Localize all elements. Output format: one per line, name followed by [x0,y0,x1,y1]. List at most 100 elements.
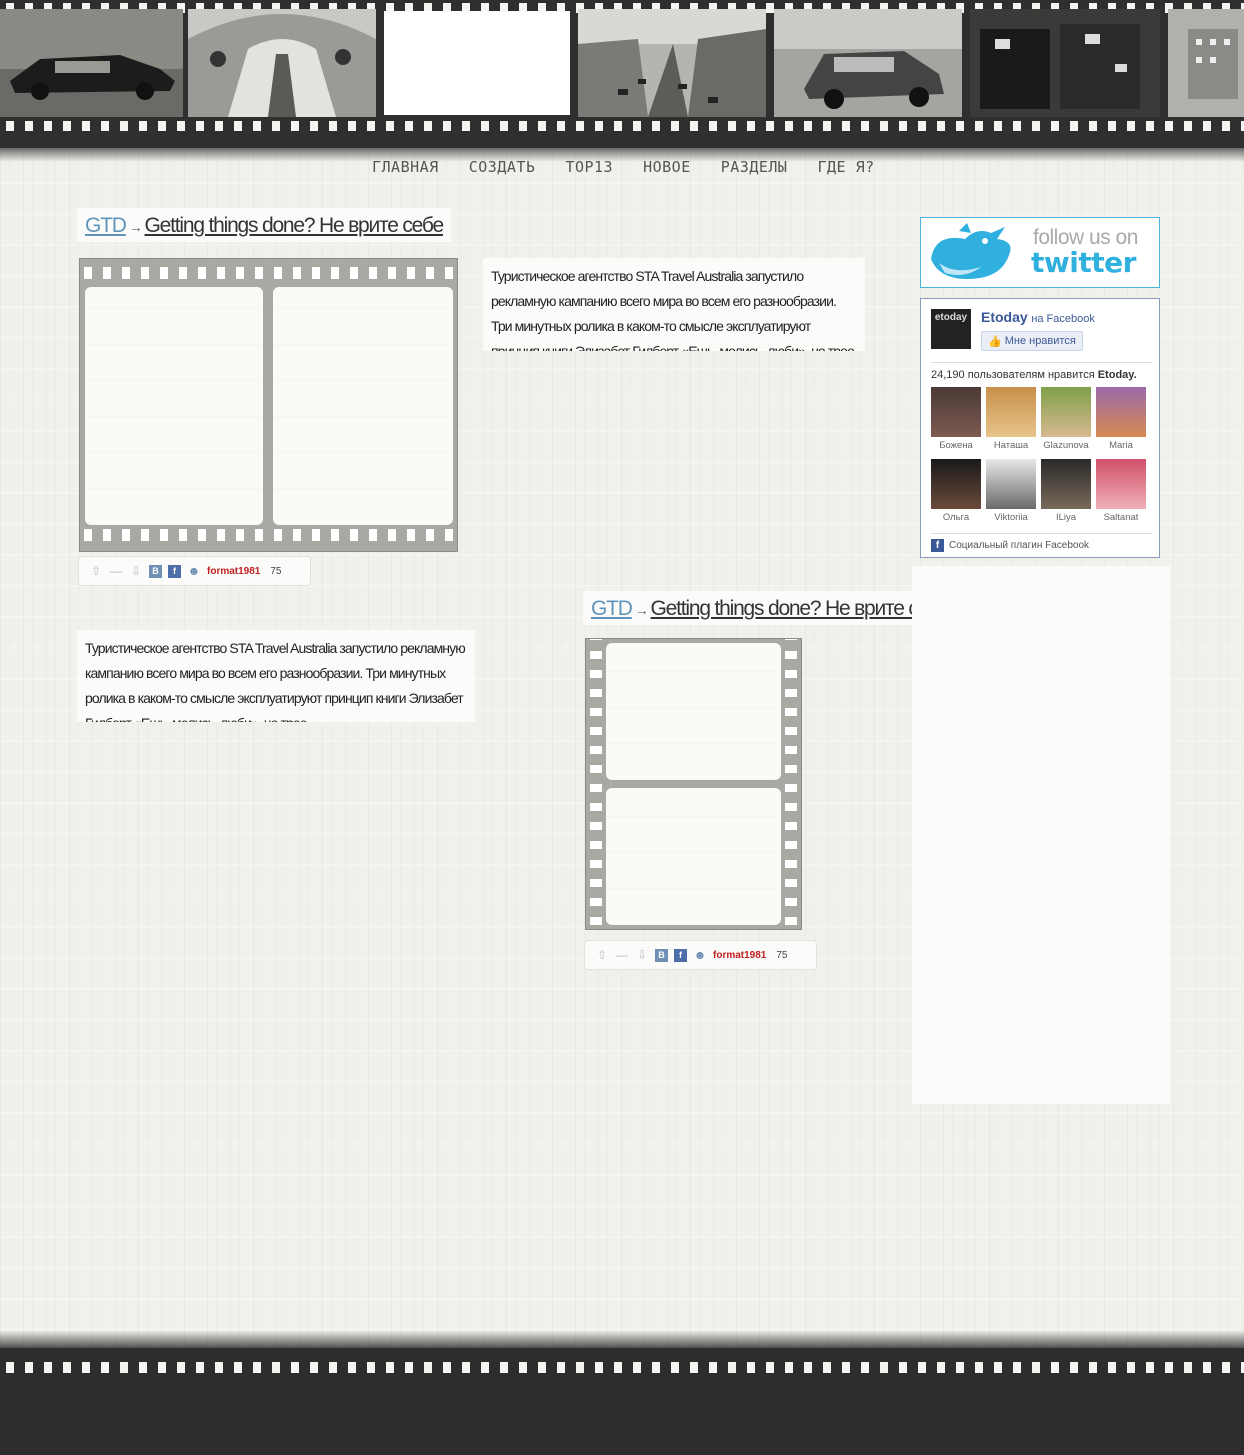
post-title-bar: GTD → Getting things done? Не врите себе [583,591,957,625]
avatar [931,459,981,509]
header-photo-machines [970,9,1160,117]
likes-count-page: Etoday. [1097,369,1137,381]
likes-count: 24,190 пользователям нравится Etoday. [931,369,1137,381]
header-photo-frames [0,9,1244,117]
avatar [1096,387,1146,437]
header-photo-tunnel [188,9,376,117]
facebook-share-icon[interactable]: f [168,564,181,578]
footer-film-strip [0,1330,1244,1455]
avatar [986,387,1036,437]
facebook-like-button[interactable]: 👍 Мне нравится [981,331,1083,351]
fan-face[interactable]: Ольга [931,459,981,523]
fan-name: Viktoriia [994,512,1028,523]
film-perforation [0,1362,1244,1373]
header-photo-city [1168,9,1244,117]
user-icon: ☻ [693,948,707,962]
main-nav: ГЛАВНАЯ СОЗДАТЬ TOP13 НОВОЕ РАЗДЕЛЫ ГДЕ … [372,158,875,176]
sidebar-widget-area [912,566,1170,1104]
avatar [986,459,1036,509]
post-stats-bar: ⇧ — ⇩ В f ☻ format1981 75 [584,940,817,970]
fan-name: Glazunova [1043,440,1089,451]
film-frame [606,643,781,780]
facebook-share-icon[interactable]: f [674,948,687,962]
fan-face[interactable]: Glazunova [1041,387,1091,451]
vote-up-icon[interactable]: ⇧ [89,564,103,578]
header-photo-blank [384,11,570,115]
post-score: 75 [776,949,788,961]
film-frame [273,287,453,525]
nav-item-top13[interactable]: TOP13 [565,158,613,176]
divider [931,362,1153,363]
post-title-link[interactable]: Getting things done? Не врите себе [145,214,445,237]
plugin-label: Социальный плагин Facebook [949,540,1090,551]
avatar [1041,459,1091,509]
film-perforation [0,121,1244,131]
fan-face[interactable]: Божена [931,387,981,451]
vk-share-icon[interactable]: В [655,948,668,962]
post-image-filmstrip[interactable] [585,638,802,930]
fan-face[interactable]: Наташа [986,387,1036,451]
twitter-follow-banner[interactable]: follow us on twitter [920,217,1160,288]
page-name[interactable]: Etoday [981,309,1028,325]
fan-name: ILiya [1055,512,1077,523]
fan-name: Ольга [942,512,970,523]
vk-share-icon[interactable]: В [149,564,162,578]
header-photo-volga [774,9,962,117]
facebook-like-box: etoday Etoday на Facebook 👍 Мне нравится… [920,298,1160,558]
breadcrumb-arrow-icon: → [128,219,143,235]
post-author-link[interactable]: format1981 [207,566,260,577]
fan-face[interactable]: ILiya [1041,459,1091,523]
fan-face[interactable]: Saltanat [1096,459,1146,523]
header-film-strip [0,0,1244,162]
likes-count-text: 24,190 пользователям нравится [931,369,1095,381]
film-perforation [590,639,602,929]
twitter-logo-text: twitter [1031,246,1136,279]
fan-name: Наташа [993,440,1029,451]
post-image-filmstrip[interactable] [79,258,458,552]
nav-item-sections[interactable]: РАЗДЕЛЫ [721,158,788,176]
post-category-link[interactable]: GTD [591,597,633,620]
post-excerpt: Туристическое агентство STA Travel Austr… [77,630,475,722]
post-stats-bar: ⇧ — ⇩ В f ☻ format1981 75 [78,556,311,586]
film-frame [85,287,263,525]
avatar [1096,459,1146,509]
vote-up-icon[interactable]: ⇧ [595,948,609,962]
etoday-logo[interactable]: etoday [931,309,971,349]
film-frame [606,788,781,925]
film-perforation [80,267,457,279]
twitter-bird-icon [931,223,1011,279]
post-title-link[interactable]: Getting things done? Не врите себе [651,597,951,620]
fan-face[interactable]: Maria [1096,387,1146,451]
film-perforation [785,639,797,929]
fan-faces-grid: Божена Наташа Glazunova Maria Ольга Vikt… [931,387,1146,523]
vote-neutral-icon[interactable]: — [615,948,629,962]
fan-face[interactable]: Viktoriia [986,459,1036,523]
post-excerpt: Туристическое агентство STA Travel Austr… [483,258,865,351]
nav-item-where-am-i[interactable]: ГДЕ Я? [817,158,874,176]
thumbs-up-icon: 👍 [988,335,1002,348]
nav-item-new[interactable]: НОВОЕ [643,158,691,176]
on-facebook-label: на Facebook [1031,313,1095,325]
vote-down-icon[interactable]: ⇩ [635,948,649,962]
like-button-label: Мне нравится [1004,335,1076,347]
facebook-plugin-footer[interactable]: f Социальный плагин Facebook [931,539,1089,552]
divider [931,533,1153,534]
breadcrumb-arrow-icon: → [634,602,649,618]
post-title-bar: GTD → Getting things done? Не врите себе [77,208,451,242]
fan-name: Saltanat [1103,512,1139,523]
vote-down-icon[interactable]: ⇩ [129,564,143,578]
nav-item-home[interactable]: ГЛАВНАЯ [372,158,439,176]
film-perforation [80,529,457,541]
user-icon: ☻ [187,564,201,578]
nav-item-create[interactable]: СОЗДАТЬ [469,158,536,176]
post-category-link[interactable]: GTD [85,214,127,237]
post-score: 75 [270,565,282,577]
header-photo-street [578,9,766,117]
vote-neutral-icon[interactable]: — [109,564,123,578]
facebook-icon: f [931,539,944,552]
avatar [1041,387,1091,437]
facebook-page-name[interactable]: Etoday на Facebook [981,309,1095,325]
post-author-link[interactable]: format1981 [713,950,766,961]
avatar [931,387,981,437]
header-photo-car [0,9,183,117]
